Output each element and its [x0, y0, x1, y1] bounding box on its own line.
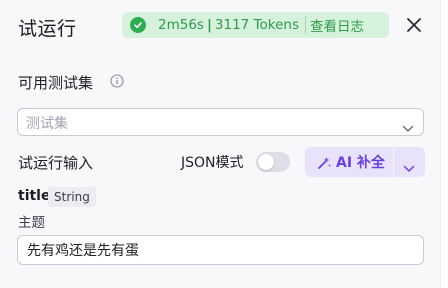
param-description: 主题	[18, 215, 45, 231]
test-set-placeholder: 测试集	[26, 116, 68, 132]
check-circle-icon	[130, 17, 146, 33]
sparkle-icon	[317, 155, 331, 169]
panel-header: 试运行 2m56s | 3117 Tokens 查看日志	[0, 0, 440, 52]
chevron-down-icon	[403, 158, 415, 172]
json-mode-toggle[interactable]	[256, 152, 290, 172]
status-divider	[304, 16, 306, 34]
chevron-down-icon	[402, 118, 414, 132]
param-type-badge: String	[48, 187, 96, 207]
test-run-panel: 试运行 2m56s | 3117 Tokens 查看日志 可用测试集 测试集 试…	[0, 0, 440, 288]
run-status-badge: 2m56s | 3117 Tokens 查看日志	[122, 12, 389, 38]
view-log-link[interactable]: 查看日志	[310, 15, 364, 35]
close-icon[interactable]	[405, 16, 423, 34]
ai-options-dropdown[interactable]	[394, 147, 425, 177]
ai-complete-label: AI 补全	[336, 155, 385, 171]
ai-complete-button[interactable]: AI 补全	[305, 147, 393, 177]
ai-complete-group: AI 补全	[305, 147, 425, 177]
title-input[interactable]	[17, 235, 424, 265]
test-set-label: 可用测试集	[18, 74, 94, 92]
run-duration: 2m56s	[158, 17, 204, 33]
status-separator: |	[206, 17, 212, 33]
right-edge-divider	[440, 0, 448, 288]
param-name: title	[18, 188, 51, 204]
panel-title: 试运行	[18, 18, 77, 40]
run-input-label: 试运行输入	[18, 154, 94, 172]
test-set-select[interactable]: 测试集	[17, 108, 424, 136]
token-count: 3117 Tokens	[214, 17, 299, 33]
toggle-knob	[258, 154, 274, 170]
info-icon[interactable]	[110, 73, 124, 88]
json-mode-label: JSON模式	[181, 155, 244, 171]
